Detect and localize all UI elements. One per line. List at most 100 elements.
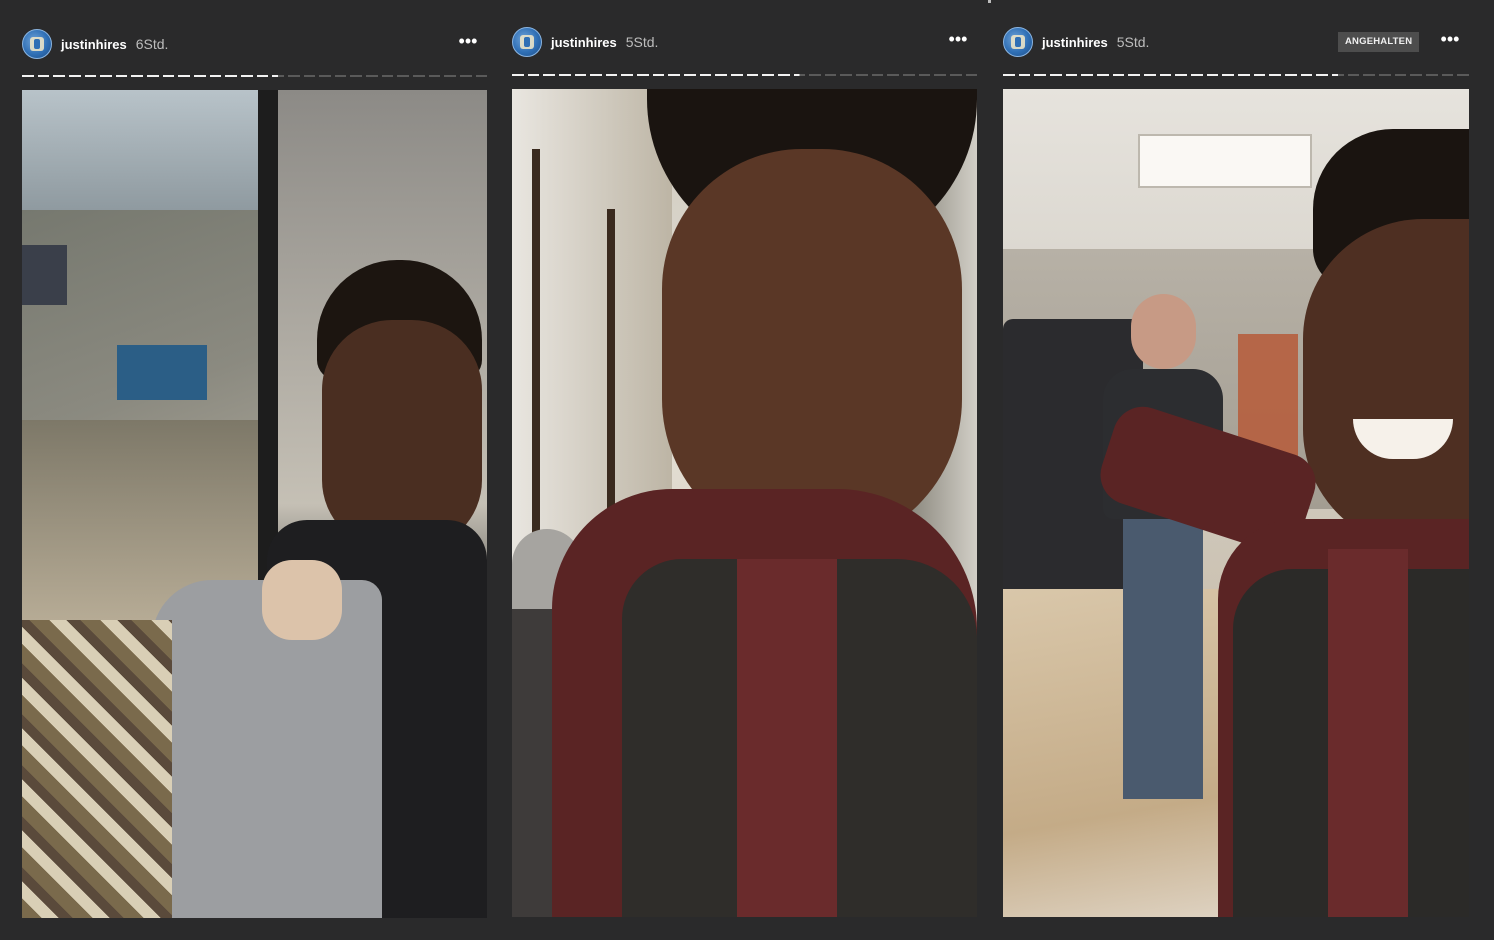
progress-segment — [381, 75, 394, 77]
paused-badge: ANGEHALTEN — [1338, 32, 1420, 52]
progress-segment — [1206, 74, 1219, 76]
progress-segment — [840, 74, 853, 76]
progress-segment — [1081, 74, 1094, 76]
progress-segment — [558, 74, 571, 76]
progress-segment — [1379, 74, 1391, 76]
progress-segment — [762, 74, 774, 76]
progress-segment — [287, 75, 300, 77]
progress-segment — [84, 75, 97, 77]
progress-segment — [53, 75, 65, 77]
progress-segment — [918, 74, 931, 76]
progress-segment — [131, 75, 144, 77]
story-progress-bar — [512, 74, 978, 77]
post-time: 5Std. — [625, 34, 659, 50]
progress-segment — [605, 74, 618, 76]
progress-segment — [1112, 74, 1125, 76]
progress-segment — [652, 74, 665, 76]
progress-segment — [1191, 74, 1203, 76]
more-options-icon[interactable]: ••• — [455, 31, 481, 55]
progress-segment — [1457, 74, 1470, 76]
progress-segment — [730, 74, 743, 76]
progress-segment — [240, 75, 253, 77]
progress-segment — [37, 75, 50, 77]
progress-segment — [887, 74, 900, 76]
progress-segment — [684, 74, 696, 76]
progress-segment — [746, 74, 759, 76]
progress-segment — [459, 75, 472, 77]
progress-segment — [856, 74, 868, 76]
username[interactable]: justinhires — [551, 35, 617, 50]
more-options-icon[interactable]: ••• — [945, 29, 971, 53]
avatar[interactable] — [22, 29, 52, 59]
progress-segment — [1144, 74, 1156, 76]
progress-segment — [147, 75, 159, 77]
progress-segment — [1316, 74, 1329, 76]
progress-segment — [178, 75, 191, 77]
progress-segment — [162, 75, 175, 77]
progress-segment — [1034, 74, 1047, 76]
story-media-image[interactable] — [512, 89, 977, 917]
progress-segment — [793, 74, 806, 76]
story-header: justinhires 5Std. ••• — [512, 24, 977, 60]
story-progress-bar — [1003, 74, 1470, 77]
progress-segment — [334, 75, 347, 77]
progress-segment — [965, 74, 978, 76]
progress-segment — [903, 74, 915, 76]
avatar[interactable] — [512, 27, 542, 57]
story-panel-2[interactable]: justinhires 5Std. ••• — [512, 0, 978, 940]
story-panel-1[interactable]: justinhires 6Std. ••• — [22, 0, 488, 940]
progress-segment — [1065, 74, 1078, 76]
progress-segment — [1097, 74, 1109, 76]
progress-segment — [949, 74, 962, 76]
progress-segment — [350, 75, 363, 77]
progress-segment — [699, 74, 712, 76]
progress-segment — [272, 75, 284, 77]
progress-segment — [1269, 74, 1282, 76]
progress-segment — [1003, 74, 1015, 76]
username[interactable]: justinhires — [1042, 35, 1108, 50]
progress-segment — [22, 75, 34, 77]
progress-segment — [1394, 74, 1407, 76]
progress-segment — [1159, 74, 1172, 76]
progress-segment — [1050, 74, 1062, 76]
progress-segment — [475, 75, 488, 77]
progress-segment — [668, 74, 681, 76]
progress-segment — [1238, 74, 1250, 76]
progress-segment — [68, 75, 81, 77]
progress-segment — [1441, 74, 1454, 76]
progress-segment — [413, 75, 425, 77]
username[interactable]: justinhires — [61, 37, 127, 52]
progress-segment — [512, 74, 524, 76]
story-header: justinhires 6Std. ••• — [22, 26, 487, 62]
story-header: justinhires 5Std. ANGEHALTEN ••• — [1003, 24, 1469, 60]
progress-segment — [1175, 74, 1188, 76]
progress-segment — [543, 74, 555, 76]
progress-segment — [871, 74, 884, 76]
progress-segment — [527, 74, 540, 76]
progress-segment — [225, 75, 237, 77]
progress-segment — [256, 75, 269, 77]
more-options-icon[interactable]: ••• — [1437, 29, 1463, 53]
progress-segment — [1253, 74, 1266, 76]
progress-segment — [194, 75, 206, 77]
story-media-image[interactable] — [1003, 89, 1469, 917]
progress-segment — [621, 74, 634, 76]
progress-segment — [397, 75, 410, 77]
progress-segment — [1300, 74, 1313, 76]
story-progress-bar — [22, 75, 488, 78]
progress-segment — [1410, 74, 1423, 76]
progress-segment — [100, 75, 112, 77]
progress-segment — [444, 75, 456, 77]
progress-segment — [777, 74, 790, 76]
progress-segment — [428, 75, 441, 77]
story-media-image[interactable] — [22, 90, 487, 918]
progress-segment — [1347, 74, 1360, 76]
progress-segment — [809, 74, 821, 76]
progress-segment — [1285, 74, 1297, 76]
story-panel-3[interactable]: justinhires 5Std. ANGEHALTEN ••• — [1003, 0, 1470, 940]
progress-segment — [715, 74, 727, 76]
progress-segment — [934, 74, 946, 76]
progress-segment — [1426, 74, 1438, 76]
avatar[interactable] — [1003, 27, 1033, 57]
progress-segment — [574, 74, 587, 76]
